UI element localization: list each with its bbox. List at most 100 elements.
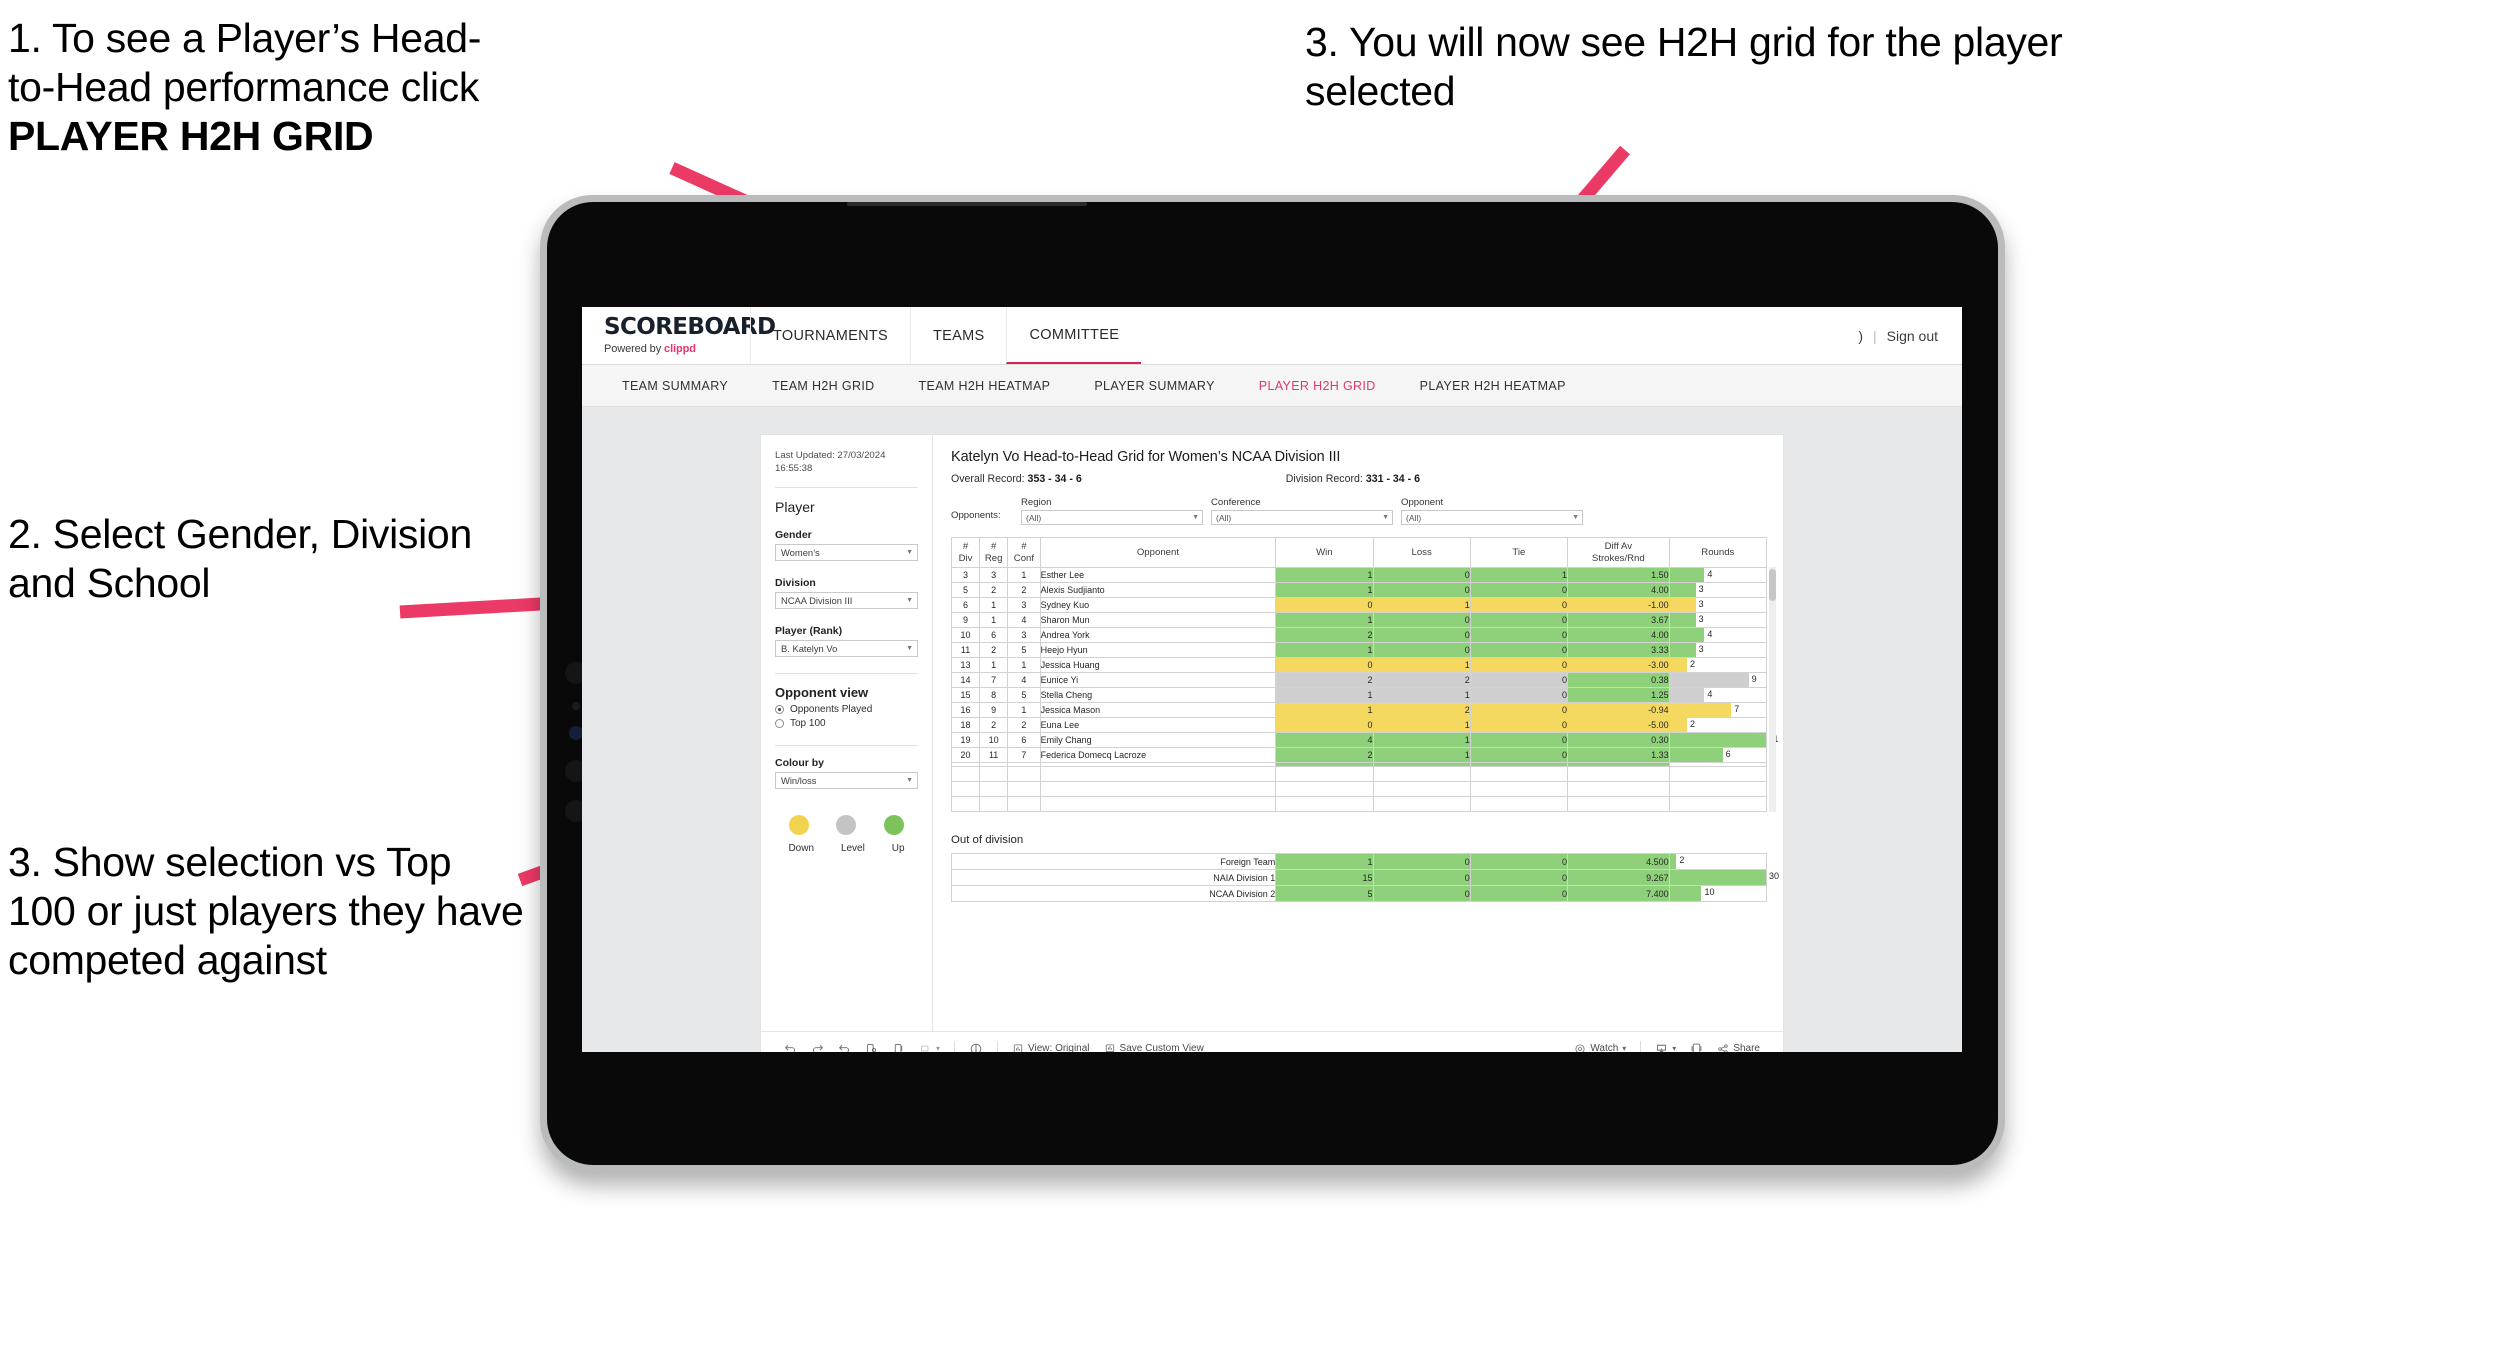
table-row[interactable]: 14 7 4 Eunice Yi 2 2 0 0.38 9 bbox=[950, 672, 1768, 688]
division-select[interactable]: NCAA Division III ▼ bbox=[775, 591, 918, 609]
rounds-bar-cell: 2 bbox=[1668, 657, 1768, 673]
opponent-filter[interactable]: Opponent (All) ▼ bbox=[1401, 497, 1583, 525]
table-cell bbox=[1275, 796, 1374, 812]
table-row[interactable]: 16 9 1 Jessica Mason 1 2 0 -0.94 7 bbox=[950, 702, 1768, 718]
subnav-player-h2h-heatmap[interactable]: PLAYER H2H HEATMAP bbox=[1398, 379, 1588, 393]
chevron-down-icon: ▼ bbox=[1192, 514, 1199, 521]
table-row[interactable]: 20 11 7 Federica Domecq Lacroze 2 1 0 1.33 6 bbox=[950, 747, 1768, 763]
pause-updates-button[interactable] bbox=[885, 1042, 912, 1052]
table-cell: 1 bbox=[1469, 567, 1569, 583]
colour-by-select[interactable]: Win/loss ▼ bbox=[775, 771, 918, 789]
table-cell: 0 bbox=[1372, 627, 1471, 643]
nav-committee[interactable]: COMMITTEE bbox=[1006, 307, 1142, 364]
table-cell: -5.00 bbox=[1567, 717, 1670, 733]
logo-text: SCOREBOARD bbox=[604, 314, 776, 340]
subnav-team-summary[interactable]: TEAM SUMMARY bbox=[600, 379, 750, 393]
undo-button[interactable] bbox=[777, 1042, 804, 1052]
table-cell: Federica Domecq Lacroze bbox=[1039, 747, 1277, 763]
table-cell: 0 bbox=[1469, 582, 1569, 598]
column-header-1: # Reg bbox=[979, 537, 1009, 568]
dashboard-area: Last Updated: 27/03/2024 16:55:38 Player… bbox=[582, 407, 1962, 1052]
region-filter[interactable]: Region (All) ▼ bbox=[1021, 497, 1203, 525]
table-cell bbox=[979, 766, 1009, 782]
table-row[interactable]: NCAA Division 2 5 0 0 7.400 10 bbox=[950, 885, 1768, 902]
division-record: Division Record: 331 - 34 - 6 bbox=[1286, 473, 1420, 485]
table-row[interactable]: 9 1 4 Sharon Mun 1 0 0 3.67 3 bbox=[950, 612, 1768, 628]
radio-top-100[interactable]: Top 100 bbox=[775, 718, 918, 729]
table-row[interactable]: 6 1 3 Sydney Kuo 0 1 0 -1.00 3 bbox=[950, 597, 1768, 613]
table-cell: 10 bbox=[950, 627, 981, 643]
nav-tournaments[interactable]: TOURNAMENTS bbox=[750, 307, 910, 364]
pause-auto-update-button[interactable] bbox=[962, 1042, 990, 1052]
table-cell: 3 bbox=[1007, 627, 1041, 643]
colour-legend-labels: Down Level Up bbox=[775, 843, 918, 854]
table-row[interactable]: 3 3 1 Esther Lee 1 0 1 1.50 4 bbox=[950, 567, 1768, 583]
table-cell: 1 bbox=[1007, 567, 1041, 583]
download-button[interactable]: ▾ bbox=[1648, 1042, 1683, 1052]
table-row[interactable]: 19106Emily Chang4100.3011 bbox=[950, 732, 1778, 748]
table-cell bbox=[1007, 781, 1041, 797]
table-row[interactable]: 11 2 5 Heejo Hyun 1 0 0 3.33 3 bbox=[950, 642, 1768, 658]
table-cell bbox=[1039, 766, 1277, 782]
conference-filter-select[interactable]: (All) ▼ bbox=[1211, 510, 1393, 525]
save-custom-view-label: Save Custom View bbox=[1119, 1043, 1204, 1052]
table-row[interactable]: Foreign Team 1 0 0 4.500 2 bbox=[950, 853, 1768, 870]
table-row[interactable]: 18 2 2 Euna Lee 0 1 0 -5.00 2 bbox=[950, 717, 1768, 733]
h2h-table-head: # Div # Reg # Conf Opponent Win Loss Tie Diff Av St… bbox=[950, 537, 1768, 568]
redo-button[interactable] bbox=[804, 1042, 831, 1052]
nav-teams[interactable]: TEAMS bbox=[910, 307, 1006, 364]
subnav-team-h2h-grid[interactable]: TEAM H2H GRID bbox=[750, 379, 896, 393]
last-updated-text: Last Updated: 27/03/2024 16:55:38 bbox=[775, 450, 886, 475]
page-title: Katelyn Vo Head-to-Head Grid for Women’s… bbox=[951, 449, 1341, 465]
fullscreen-button[interactable] bbox=[1683, 1042, 1710, 1052]
table-cell: Jessica Huang bbox=[1039, 657, 1277, 673]
table-row[interactable]: 5 2 2 Alexis Sudjianto 1 0 0 4.00 3 bbox=[950, 582, 1768, 598]
table-row[interactable]: 10 6 3 Andrea York 2 0 0 4.00 4 bbox=[950, 627, 1768, 643]
conference-filter[interactable]: Conference (All) ▼ bbox=[1211, 497, 1393, 525]
table-row[interactable]: 15 8 5 Stella Cheng 1 1 0 1.25 4 bbox=[950, 687, 1768, 703]
radio-opponents-played[interactable]: Opponents Played bbox=[775, 704, 918, 715]
table-cell: 1 bbox=[979, 612, 1009, 628]
revert-button[interactable] bbox=[831, 1042, 858, 1052]
table-cell: 14 bbox=[950, 672, 981, 688]
view-original-button[interactable]: View: Original bbox=[1005, 1043, 1097, 1052]
table-cell: -0.94 bbox=[1567, 702, 1670, 718]
table-row[interactable]: 13 1 1 Jessica Huang 0 1 0 -3.00 2 bbox=[950, 657, 1768, 673]
colour-by-label: Colour by bbox=[775, 756, 824, 769]
table-scrollbar-thumb[interactable] bbox=[1769, 569, 1776, 601]
table-cell bbox=[1372, 766, 1471, 782]
dashboard-card: Last Updated: 27/03/2024 16:55:38 Player… bbox=[761, 435, 1783, 1052]
table-cell: 0 bbox=[1372, 582, 1471, 598]
subnav-player-summary[interactable]: PLAYER SUMMARY bbox=[1072, 379, 1236, 393]
sign-out-link[interactable]: Sign out bbox=[1887, 328, 1938, 344]
table-cell: 1 bbox=[1007, 657, 1041, 673]
table-row[interactable]: NAIA Division 1 15 0 0 9.267 30 bbox=[950, 869, 1779, 886]
player-rank-select[interactable]: B. Katelyn Vo ▼ bbox=[775, 639, 918, 657]
gender-value: Women’s bbox=[781, 546, 820, 558]
table-scrollbar-track[interactable] bbox=[1769, 567, 1776, 812]
table-cell: 0.30 bbox=[1567, 732, 1670, 748]
table-cell: 0 bbox=[1469, 597, 1569, 613]
share-button[interactable]: Share bbox=[1710, 1043, 1767, 1052]
save-custom-view-button[interactable]: Save Custom View bbox=[1097, 1043, 1211, 1052]
region-filter-select[interactable]: (All) ▼ bbox=[1021, 510, 1203, 525]
opponent-filter-select[interactable]: (All) ▼ bbox=[1401, 510, 1583, 525]
table-cell bbox=[979, 796, 1009, 812]
gender-select[interactable]: Women’s ▼ bbox=[775, 543, 918, 561]
undo-history-dropdown[interactable]: ▾ bbox=[912, 1042, 947, 1052]
watch-button[interactable]: Watch ▾ bbox=[1567, 1043, 1633, 1052]
table-cell: 13 bbox=[950, 657, 981, 673]
sub-navigation-bar: TEAM SUMMARY TEAM H2H GRID TEAM H2H HEAT… bbox=[582, 365, 1962, 407]
table-cell: 0 bbox=[1469, 642, 1569, 658]
user-menu-icon[interactable]: ) bbox=[1858, 328, 1863, 344]
refresh-button[interactable] bbox=[858, 1042, 885, 1052]
watch-label: Watch bbox=[1590, 1043, 1619, 1052]
subnav-player-h2h-grid[interactable]: PLAYER H2H GRID bbox=[1237, 379, 1398, 393]
legend-dot-down bbox=[788, 814, 809, 835]
brand-logo[interactable]: SCOREBOARD Powered by clippd bbox=[582, 307, 776, 364]
subnav-team-h2h-heatmap[interactable]: TEAM H2H HEATMAP bbox=[897, 379, 1073, 393]
rounds-bar-cell: 4 bbox=[1668, 567, 1768, 583]
table-cell: Euna Lee bbox=[1039, 717, 1277, 733]
table-cell bbox=[1275, 766, 1374, 782]
chevron-down-icon: ▼ bbox=[1382, 514, 1389, 521]
